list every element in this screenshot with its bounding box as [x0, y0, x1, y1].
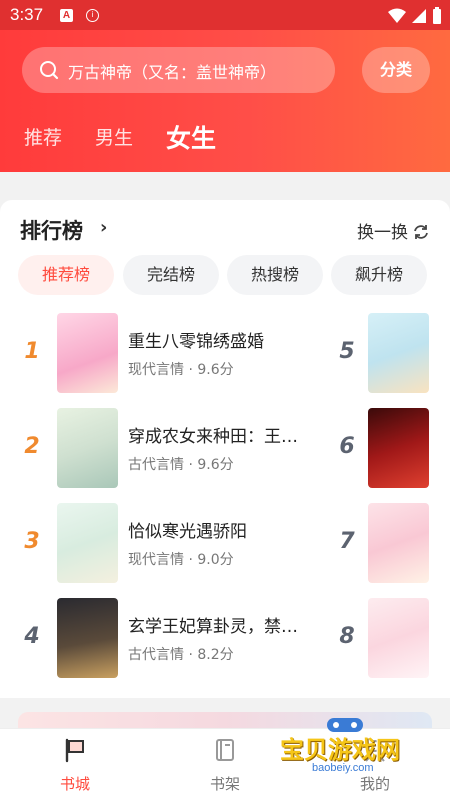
- chip-recommend[interactable]: 推荐榜: [18, 255, 114, 295]
- search-bar[interactable]: 万古神帝（又名：盖世神帝）: [22, 47, 335, 93]
- book-item[interactable]: 4 玄学王妃算卦灵，禁… 古代言情 · 8.2分: [20, 598, 320, 678]
- signal-icon: [412, 8, 427, 23]
- book-cover: [368, 408, 429, 488]
- rank-number: 5: [339, 339, 355, 364]
- status-time: 3:37: [10, 5, 44, 24]
- watermark-url: baobeiy.com: [312, 762, 374, 774]
- chip-completed[interactable]: 完结榜: [123, 255, 219, 295]
- book-cover: [57, 313, 118, 393]
- rank-number: 7: [339, 529, 355, 554]
- search-placeholder: 万古神帝（又名：盖世神帝）: [68, 63, 277, 82]
- header: 3:37 A i 万古神帝（又名：盖世神帝） 分类 推荐 男生 女生: [0, 0, 450, 172]
- book-score: 9.0分: [197, 552, 234, 568]
- rank-number: 3: [24, 529, 40, 554]
- book-cover: [57, 598, 118, 678]
- nav-label: 书城: [59, 775, 90, 793]
- book-meta: 现代言情 · 9.0分: [128, 552, 234, 568]
- book-item[interactable]: 2 穿成农女来种田：王… 古代言情 · 9.6分: [20, 408, 320, 488]
- book-item[interactable]: 1 重生八零锦绣盛婚 现代言情 · 9.6分: [20, 313, 320, 393]
- book-icon: [216, 739, 234, 761]
- battery-icon: [433, 6, 441, 24]
- rank-number: 4: [24, 624, 40, 649]
- book-cover: [57, 408, 118, 488]
- book-meta: 现代言情 · 9.6分: [128, 362, 234, 378]
- nav-bookstore[interactable]: 书城: [35, 737, 115, 794]
- book-score: 9.6分: [197, 362, 234, 378]
- category-button[interactable]: 分类: [362, 47, 430, 93]
- book-item[interactable]: 6: [335, 408, 435, 488]
- tab-male[interactable]: 男生: [95, 123, 133, 150]
- book-title: 重生八零锦绣盛婚: [128, 332, 264, 352]
- rank-number: 2: [24, 434, 40, 459]
- nav-bookshelf[interactable]: 书架: [185, 737, 265, 794]
- refresh-label: 换一换: [357, 223, 408, 243]
- book-cover: [368, 598, 429, 678]
- book-genre: 古代言情: [128, 647, 184, 663]
- chevron-right-icon[interactable]: ›: [100, 217, 107, 238]
- book-item[interactable]: 8: [335, 598, 435, 678]
- status-bar: 3:37 A i: [0, 0, 450, 30]
- book-item[interactable]: 7: [335, 503, 435, 583]
- wifi-icon: [388, 8, 407, 23]
- nav-label: 书架: [209, 775, 240, 793]
- chip-hot-search[interactable]: 热搜榜: [227, 255, 323, 295]
- search-icon: [40, 61, 59, 80]
- ranking-card: 排行榜 › 换一换 推荐榜 完结榜 热搜榜 飙升榜 1 重生八零锦绣盛婚 现代言…: [0, 200, 450, 698]
- rank-number: 1: [24, 339, 40, 364]
- ranking-chips: 推荐榜 完结榜 热搜榜 飙升榜: [18, 255, 438, 295]
- flag-icon: [65, 738, 84, 763]
- info-icon: i: [86, 9, 99, 22]
- book-title: 恰似寒光遇骄阳: [128, 522, 247, 542]
- book-cover: [57, 503, 118, 583]
- book-score: 8.2分: [197, 647, 234, 663]
- status-indicators: [388, 6, 442, 25]
- book-cover: [368, 313, 429, 393]
- book-genre: 古代言情: [128, 457, 184, 473]
- book-title: 玄学王妃算卦灵，禁…: [128, 617, 298, 637]
- top-tabs: 推荐 男生 女生: [0, 115, 450, 160]
- book-genre: 现代言情: [128, 362, 184, 378]
- watermark-text: 宝贝游戏网: [280, 736, 400, 764]
- book-cover: [368, 503, 429, 583]
- book-genre: 现代言情: [128, 552, 184, 568]
- book-item[interactable]: 5: [335, 313, 435, 393]
- book-item[interactable]: 3 恰似寒光遇骄阳 现代言情 · 9.0分: [20, 503, 320, 583]
- rank-number: 6: [339, 434, 355, 459]
- tab-female[interactable]: 女生: [166, 119, 216, 155]
- book-meta: 古代言情 · 9.6分: [128, 457, 234, 473]
- rank-number: 8: [339, 624, 355, 649]
- ranking-title[interactable]: 排行榜: [20, 215, 83, 245]
- book-score: 9.6分: [197, 457, 234, 473]
- tab-recommend[interactable]: 推荐: [24, 123, 62, 150]
- chip-rising[interactable]: 飙升榜: [331, 255, 427, 295]
- refresh-icon: [414, 225, 428, 239]
- refresh-button[interactable]: 换一换: [357, 218, 430, 243]
- watermark-logo: 宝贝游戏网 baobeiy.com: [270, 718, 430, 786]
- app-notification-icon: A: [60, 9, 73, 22]
- book-title: 穿成农女来种田：王…: [128, 427, 298, 447]
- book-meta: 古代言情 · 8.2分: [128, 647, 234, 663]
